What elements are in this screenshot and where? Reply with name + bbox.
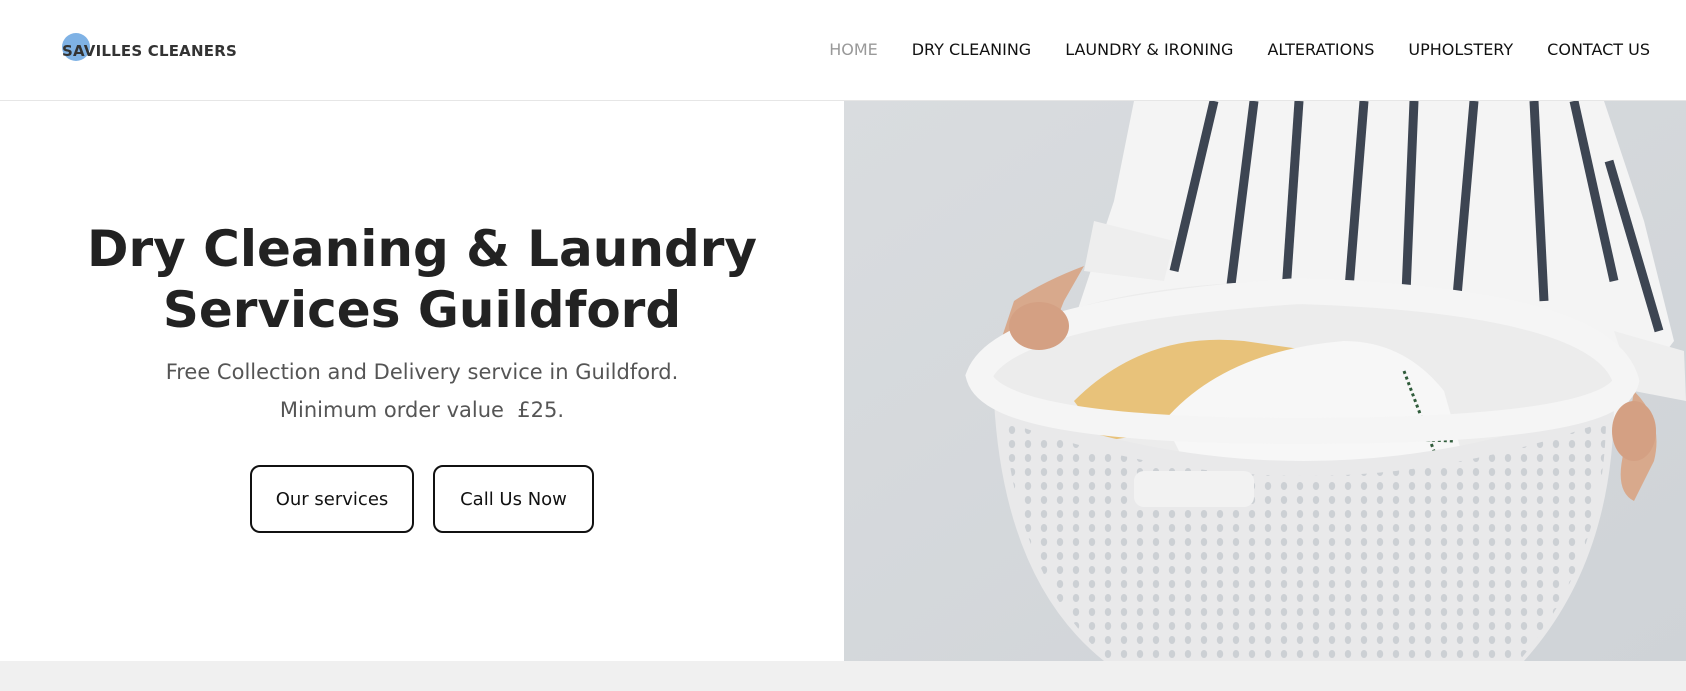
nav-item-contact-us[interactable]: CONTACT US [1547,40,1650,59]
nav-item-alterations[interactable]: ALTERATIONS [1267,40,1374,59]
hero-subtitle-line2: Minimum order value £25. [279,398,565,422]
hero-image [844,101,1686,661]
section-divider-band [0,661,1686,691]
call-us-now-button[interactable]: Call Us Now [433,465,594,533]
hero-subtitle-line1: Free Collection and Delivery service in … [165,360,679,384]
nav-item-dry-cleaning[interactable]: DRY CLEANING [912,40,1031,59]
nav-item-upholstery[interactable]: UPHOLSTERY [1408,40,1513,59]
main-nav: HOME DRY CLEANING LAUNDRY & IRONING ALTE… [795,37,1650,61]
hero-title: Dry Cleaning & Laundry Services Guildfor… [0,219,844,341]
hero-title-line1: Dry Cleaning & Laundry [86,220,758,278]
logo-text: SAVILLES CLEANERS [62,42,237,60]
hero-subtitle: Free Collection and Delivery service in … [0,353,844,429]
our-services-button[interactable]: Our services [250,465,414,533]
laundry-basket-photo [844,101,1686,661]
site-header: SAVILLES CLEANERS HOME DRY CLEANING LAUN… [0,0,1686,101]
nav-item-home[interactable]: HOME [829,40,878,59]
hero-text-panel: Dry Cleaning & Laundry Services Guildfor… [0,101,844,661]
hero-title-line2: Services Guildford [162,281,682,339]
nav-item-laundry-ironing[interactable]: LAUNDRY & IRONING [1065,40,1233,59]
site-logo[interactable]: SAVILLES CLEANERS [62,38,237,64]
